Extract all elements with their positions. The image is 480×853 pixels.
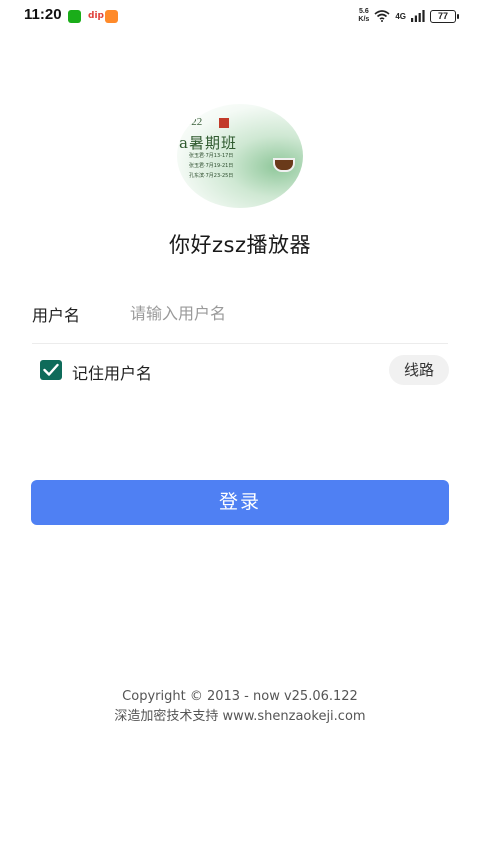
logo-main-text: a暑期班 xyxy=(179,134,237,152)
app-notification-icon xyxy=(105,10,118,23)
logo-seal xyxy=(219,118,229,128)
net-speed-value: 5.6 xyxy=(359,8,369,15)
signal-icon xyxy=(411,10,425,22)
login-button[interactable]: 登录 xyxy=(31,480,449,525)
logo-line: 孔东滨·7月23-25日 xyxy=(189,173,234,179)
status-bar: 11:20 dip 5.6 K/s 4G 77 xyxy=(0,0,480,32)
network-type: 4G xyxy=(395,11,406,21)
username-input[interactable] xyxy=(120,296,460,330)
logo-year: .022 xyxy=(183,116,203,128)
net-speed: 5.6 K/s xyxy=(358,8,369,24)
copyright-text: Copyright © 2013 - now v25.06.122 xyxy=(122,689,358,704)
support-text: 深造加密技术支持 www.shenzaokeji.com xyxy=(114,709,366,724)
app-logo: .022 a暑期班 张玉君·7月13-17日 张玉君·7月19-21日 孔东滨·… xyxy=(177,104,303,208)
logo-line: 张玉君·7月19-21日 xyxy=(189,163,234,169)
remember-username-checkbox[interactable] xyxy=(40,360,62,380)
wechat-notification-icon xyxy=(68,10,81,23)
status-icons: 5.6 K/s 4G 77 xyxy=(358,6,459,26)
wifi-icon xyxy=(374,10,390,22)
route-button[interactable]: 线路 xyxy=(389,355,449,385)
remember-username-label[interactable]: 记住用户名 xyxy=(72,360,152,384)
page-title: 你好zsz播放器 xyxy=(169,233,311,257)
net-speed-unit: K/s xyxy=(358,16,370,23)
logo-line: 张玉君·7月13-17日 xyxy=(189,153,234,159)
douyin-notification-icon: dip xyxy=(88,11,104,21)
battery-icon: 77 xyxy=(430,9,459,23)
tea-cup-icon xyxy=(273,158,295,172)
divider xyxy=(32,343,448,344)
status-time: 11:20 xyxy=(24,6,62,23)
username-label: 用户名 xyxy=(32,306,81,325)
check-icon xyxy=(43,363,59,376)
